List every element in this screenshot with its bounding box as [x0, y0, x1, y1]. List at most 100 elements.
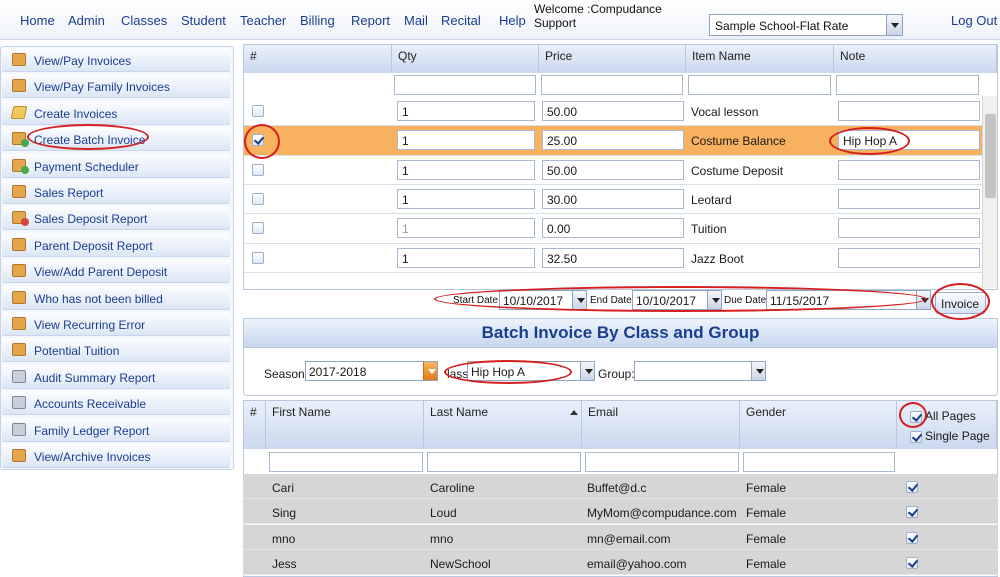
start-date-field[interactable]: 10/10/2017	[499, 290, 587, 310]
item-row-checkbox[interactable]	[252, 134, 264, 147]
gender-filter-input[interactable]	[743, 452, 895, 472]
single-page-label: Single Page	[925, 429, 990, 443]
note-input[interactable]	[838, 101, 980, 121]
price-input[interactable]: 50.00	[542, 101, 684, 121]
first-name-filter-input[interactable]	[269, 452, 423, 472]
qty-input[interactable]: 1	[397, 247, 535, 268]
item-name-filter-input[interactable]	[688, 75, 831, 95]
item-row-checkbox[interactable]	[252, 251, 264, 264]
note-input[interactable]	[838, 247, 980, 268]
sidebar-item-label: Sales Deposit Report	[34, 212, 148, 227]
price-input[interactable]: 50.00	[542, 159, 684, 180]
student-first-name: Jess	[272, 556, 297, 571]
students-header-gender[interactable]: Gender	[740, 401, 897, 449]
nav-classes[interactable]: Classes	[121, 13, 167, 28]
nav-student[interactable]: Student	[181, 13, 226, 28]
student-row-checkbox[interactable]	[906, 531, 918, 544]
item-row-checkbox[interactable]	[252, 163, 264, 176]
nav-mail[interactable]: Mail	[404, 13, 428, 28]
invoice-add-icon	[12, 158, 29, 174]
qty-input[interactable]: 1	[397, 188, 535, 209]
qty-input[interactable]: 1	[397, 159, 535, 180]
student-row-checkbox[interactable]	[906, 506, 918, 519]
sidebar-item[interactable]: Payment Scheduler	[2, 153, 230, 178]
item-row-checkbox[interactable]	[252, 192, 264, 205]
student-row-checkbox[interactable]	[906, 556, 918, 569]
items-header-price[interactable]: Price	[539, 45, 686, 73]
students-header-first-name[interactable]: First Name	[266, 401, 424, 449]
invoice-button[interactable]: Invoice	[935, 292, 986, 314]
item-name: Leotard	[691, 192, 732, 207]
nav-help[interactable]: Help	[499, 13, 526, 28]
end-date-field[interactable]: 10/10/2017	[632, 290, 722, 310]
items-header-number[interactable]: #	[244, 45, 392, 73]
item-row-checkbox[interactable]	[252, 222, 264, 235]
items-header-qty[interactable]: Qty	[392, 45, 539, 73]
chevron-down-icon[interactable]	[423, 362, 437, 380]
sidebar-item[interactable]: View/Pay Invoices	[2, 48, 230, 72]
qty-input[interactable]: 1	[397, 101, 535, 121]
logout-link[interactable]: Log Out	[951, 13, 997, 28]
student-row-checkbox[interactable]	[906, 481, 918, 493]
note-filter-input[interactable]	[836, 75, 979, 95]
calendar-dropdown-icon[interactable]	[572, 291, 586, 309]
price-input[interactable]: 0.00	[542, 218, 684, 239]
class-select[interactable]: Hip Hop A	[467, 361, 595, 381]
all-pages-checkbox[interactable]	[910, 411, 922, 423]
qty-filter-input[interactable]	[394, 75, 536, 95]
email-filter-input[interactable]	[585, 452, 739, 472]
sidebar-item[interactable]: View/Add Parent Deposit	[2, 259, 230, 284]
note-input[interactable]: Hip Hop A	[838, 130, 980, 151]
group-select[interactable]	[634, 361, 766, 381]
price-input[interactable]: 32.50	[542, 247, 684, 268]
nav-home[interactable]: Home	[20, 13, 55, 28]
sort-ascending-icon[interactable]	[570, 410, 578, 415]
student-email: email@yahoo.com	[587, 556, 687, 571]
sidebar-item[interactable]: Potential Tuition	[2, 338, 230, 363]
nav-billing[interactable]: Billing	[300, 13, 335, 28]
price-filter-input[interactable]	[541, 75, 683, 95]
nav-admin[interactable]: Admin	[68, 13, 105, 28]
note-input[interactable]	[838, 218, 980, 239]
sidebar-item[interactable]: Audit Summary Report	[2, 364, 230, 389]
sidebar-item[interactable]: Family Ledger Report	[2, 417, 230, 442]
note-input[interactable]	[838, 188, 980, 209]
school-select[interactable]: Sample School-Flat Rate	[709, 14, 903, 36]
item-row-checkbox[interactable]	[252, 105, 264, 117]
items-scrollbar[interactable]	[982, 96, 997, 288]
price-input[interactable]: 30.00	[542, 188, 684, 209]
sidebar-item[interactable]: Who has not been billed	[2, 285, 230, 310]
nav-recital[interactable]: Recital	[441, 13, 481, 28]
sidebar-item[interactable]: Parent Deposit Report	[2, 232, 230, 257]
sidebar-item[interactable]: Create Batch Invoice	[2, 127, 230, 152]
calendar-dropdown-icon[interactable]	[707, 291, 721, 309]
items-scrollbar-thumb[interactable]	[985, 114, 996, 198]
note-input[interactable]	[838, 159, 980, 180]
qty-input[interactable]: 1	[397, 218, 535, 239]
single-page-checkbox[interactable]	[910, 431, 922, 443]
chevron-down-icon[interactable]	[886, 15, 902, 35]
items-header-note[interactable]: Note	[834, 45, 997, 73]
calendar-dropdown-icon[interactable]	[916, 291, 930, 309]
items-header-item-name[interactable]: Item Name	[686, 45, 834, 73]
sidebar-item[interactable]: View/Pay Family Invoices	[2, 74, 230, 99]
sidebar-item-label: View/Pay Family Invoices	[34, 80, 170, 95]
price-input[interactable]: 25.00	[542, 130, 684, 151]
season-select[interactable]: 2017-2018	[305, 361, 438, 381]
nav-report[interactable]: Report	[351, 13, 390, 28]
students-header-number[interactable]: #	[244, 401, 266, 449]
sidebar-item[interactable]: Sales Deposit Report	[2, 206, 230, 231]
students-header-email[interactable]: Email	[582, 401, 740, 449]
sidebar-item[interactable]: View/Archive Invoices	[2, 444, 230, 468]
nav-teacher[interactable]: Teacher	[240, 13, 286, 28]
chevron-down-icon[interactable]	[580, 362, 594, 380]
sidebar-item[interactable]: Accounts Receivable	[2, 391, 230, 416]
students-header-last-name[interactable]: Last Name	[424, 401, 582, 449]
sidebar-item[interactable]: Create Invoices	[2, 100, 230, 125]
sidebar-item[interactable]: Sales Report	[2, 180, 230, 204]
due-date-field[interactable]: 11/15/2017	[766, 290, 931, 310]
last-name-filter-input[interactable]	[427, 452, 581, 472]
qty-input[interactable]: 1	[397, 130, 535, 151]
chevron-down-icon[interactable]	[751, 362, 765, 380]
sidebar-item[interactable]: View Recurring Error	[2, 312, 230, 336]
